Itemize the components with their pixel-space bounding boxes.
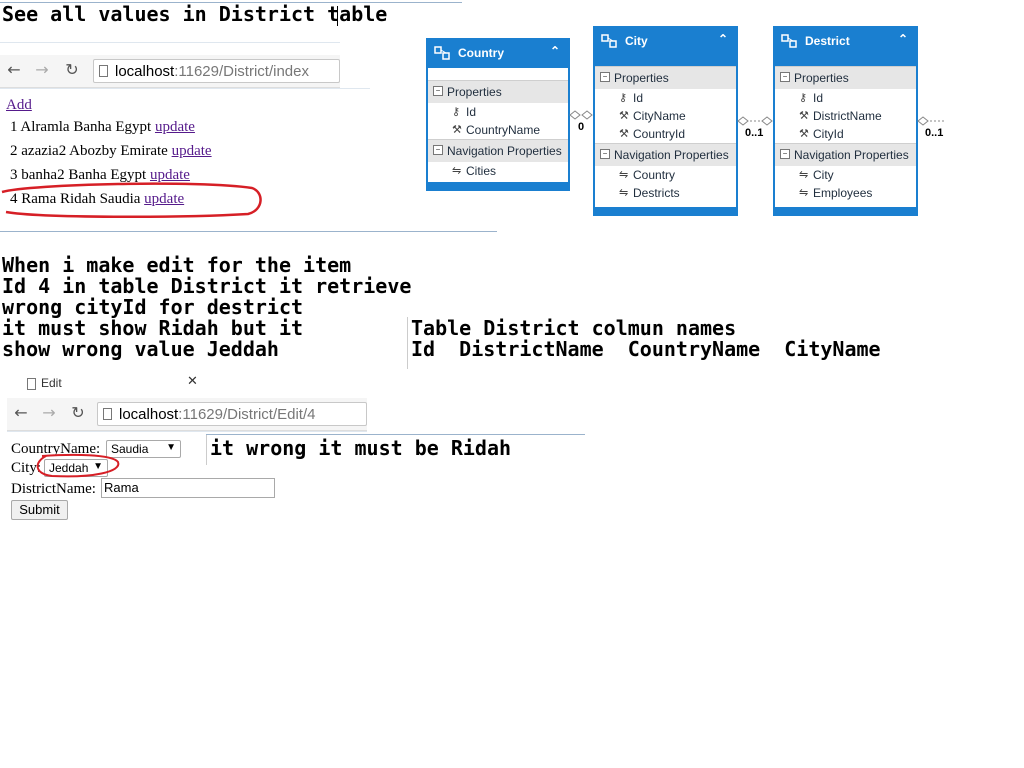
collapse-box-icon[interactable]: −	[780, 72, 790, 82]
page-icon	[103, 408, 112, 420]
country-entity[interactable]: Country ⌃ − Properties ⚷ Id ⚒ CountryName −…	[426, 38, 570, 191]
entity-icon	[434, 46, 450, 60]
collapse-box-icon[interactable]: −	[433, 145, 443, 155]
update-link[interactable]: update	[155, 119, 195, 135]
list-item: 1 Alramla Banha Egypt update	[10, 119, 195, 135]
navigation-item: Destricts	[633, 186, 680, 200]
columns-list: Id DistrictName CountryName CityName	[411, 337, 881, 361]
edit-url-path: :11629/District/Edit/4	[178, 406, 316, 423]
wrench-icon: ⚒	[452, 124, 462, 136]
entity-title: Country	[458, 46, 504, 60]
navigation-icon: ⇋	[799, 169, 809, 181]
entity-icon	[601, 34, 617, 48]
entity-title: City	[625, 34, 648, 48]
entity-icon	[781, 34, 797, 48]
properties-label: Properties	[447, 85, 502, 99]
property-item: Id	[633, 91, 644, 105]
navigation-icon: ⇋	[619, 169, 629, 181]
entity-title: Destrict	[805, 34, 850, 48]
properties-label: Properties	[794, 71, 849, 85]
navigation-item: City	[813, 168, 834, 182]
navigation-icon: ⇋	[619, 187, 629, 199]
property-item: CountryName	[466, 123, 541, 137]
index-browser-toolbar: ← → ↻ localhost:11629/District/index	[0, 55, 340, 88]
reload-icon[interactable]: ↻	[70, 405, 86, 421]
property-item: Id	[466, 105, 477, 119]
page-icon	[99, 65, 108, 77]
back-arrow-icon[interactable]: ←	[13, 405, 29, 421]
tab-edit[interactable]: Edit ✕	[7, 372, 207, 398]
index-address-bar[interactable]: localhost:11629/District/index	[93, 59, 340, 83]
navigation-properties-label: Navigation Properties	[614, 148, 729, 162]
collapse-box-icon[interactable]: −	[780, 149, 790, 159]
add-link[interactable]: Add	[6, 97, 32, 114]
key-icon: ⚷	[619, 92, 628, 104]
collapse-box-icon[interactable]: −	[433, 86, 443, 96]
cardinality-label: 0..1	[745, 127, 764, 139]
back-arrow-icon[interactable]: ←	[6, 62, 22, 78]
collapse-chevron-icon[interactable]: ⌃	[898, 32, 908, 46]
district-label: DistrictName:	[11, 481, 96, 497]
wrong-value-note: it wrong it must be Ridah	[210, 436, 512, 460]
cardinality-label: 0	[578, 121, 585, 133]
key-icon: ⚷	[452, 106, 461, 118]
forward-arrow-icon[interactable]: →	[41, 405, 57, 421]
index-url-host: localhost	[115, 63, 175, 80]
index-url-path: :11629/District/index	[174, 63, 309, 80]
collapse-chevron-icon[interactable]: ⌃	[718, 32, 728, 46]
text-cursor	[337, 6, 338, 26]
district-name-input[interactable]: Rama	[101, 478, 275, 498]
navigation-item: Employees	[813, 186, 873, 200]
navigation-properties-label: Navigation Properties	[447, 144, 562, 158]
navigation-properties-label: Navigation Properties	[794, 148, 909, 162]
reload-icon[interactable]: ↻	[64, 62, 80, 78]
navigation-icon: ⇋	[799, 187, 809, 199]
edit-address-bar[interactable]: localhost:11629/District/Edit/4	[97, 402, 367, 426]
edit-url-host: localhost	[119, 406, 179, 423]
navigation-item: Country	[633, 168, 676, 182]
forward-arrow-icon[interactable]: →	[34, 62, 50, 78]
page-icon	[27, 378, 36, 390]
problem-description: When i make edit for the item Id 4 in tab…	[2, 253, 412, 361]
red-highlight-ellipse	[36, 453, 120, 478]
edit-browser-toolbar: ← → ↻ localhost:11629/District/Edit/4	[7, 398, 367, 431]
top-caption: See all values in District table	[2, 2, 388, 26]
dropdown-arrow-icon: ▼	[166, 442, 176, 453]
cardinality-label: 0..1	[925, 127, 944, 139]
navigation-icon: ⇋	[452, 165, 462, 177]
collapse-box-icon[interactable]: −	[600, 149, 610, 159]
collapse-box-icon[interactable]: −	[600, 72, 610, 82]
properties-label: Properties	[614, 71, 669, 85]
submit-button[interactable]: Submit	[11, 500, 68, 520]
property-item: Id	[813, 91, 824, 105]
list-item: 2 azazia2 Abozby Emirate update	[10, 143, 212, 159]
close-icon[interactable]: ✕	[187, 374, 198, 389]
key-icon: ⚷	[799, 92, 808, 104]
update-link[interactable]: update	[172, 143, 212, 159]
red-highlight-ellipse	[1, 182, 262, 219]
columns-title: Table District colmun names	[411, 316, 737, 340]
navigation-item: Cities	[466, 164, 497, 178]
collapse-chevron-icon[interactable]: ⌃	[550, 44, 560, 58]
tab-title: Edit	[41, 376, 62, 390]
